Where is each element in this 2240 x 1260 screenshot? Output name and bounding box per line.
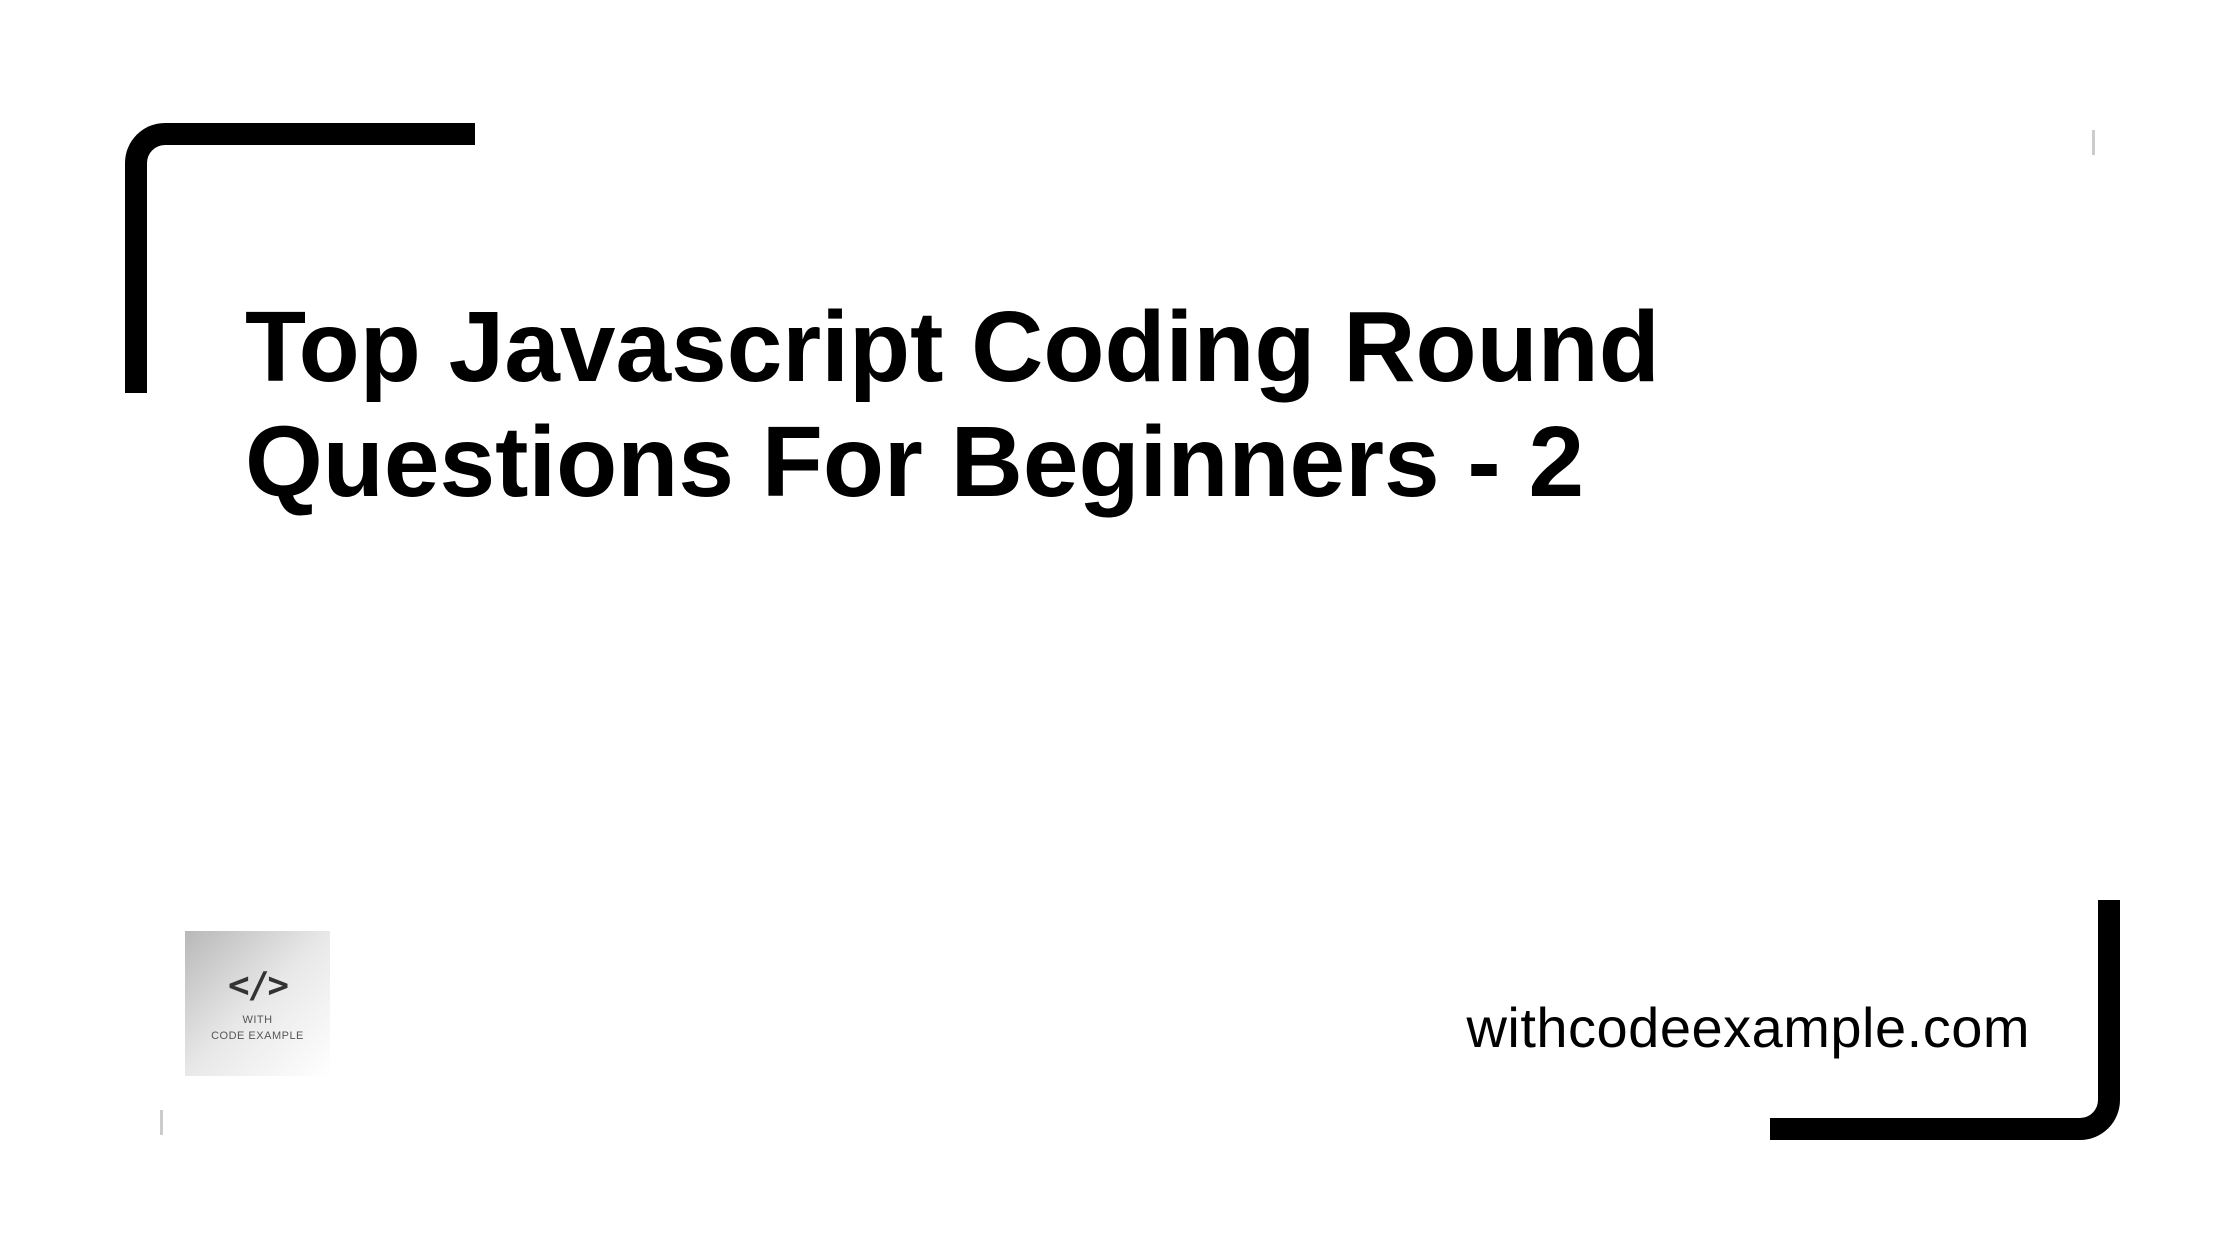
- logo-text-bottom: CODE EXAMPLE: [211, 1030, 304, 1042]
- tick-mark-bottom-left: [160, 1110, 163, 1135]
- slide-title: Top Javascript Coding Round Questions Fo…: [245, 290, 1845, 520]
- brand-logo: </> WITH CODE EXAMPLE: [185, 931, 330, 1076]
- website-url: withcodeexample.com: [1466, 995, 2030, 1060]
- logo-text-top: WITH: [242, 1014, 272, 1026]
- tick-mark-top-right: [2092, 130, 2095, 155]
- slide-container: Top Javascript Coding Round Questions Fo…: [0, 0, 2240, 1260]
- code-icon: </>: [228, 965, 287, 1006]
